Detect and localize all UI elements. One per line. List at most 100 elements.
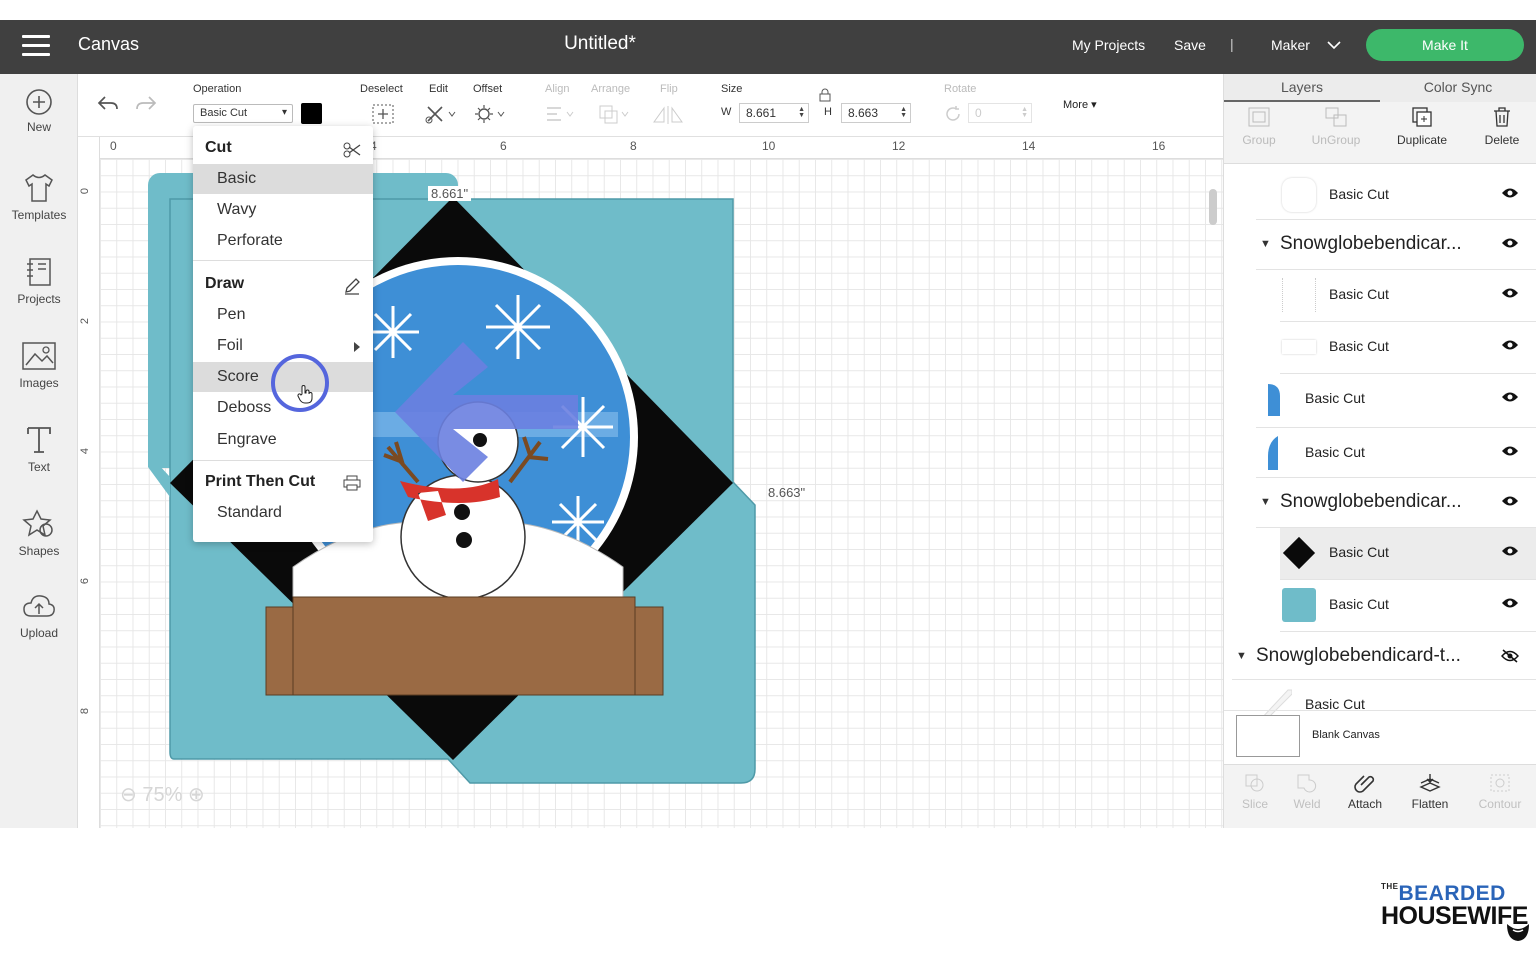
ungroup-button[interactable]: UnGroup [1301,106,1371,147]
height-field[interactable]: 8.663 ▲ ▼ [841,103,911,123]
chevron-down-icon [1327,41,1341,50]
menu-item-foil[interactable]: Foil [193,331,373,361]
layer-row[interactable]: Basic Cut [1256,170,1536,220]
layer-name: Basic Cut [1329,544,1389,560]
save-link[interactable]: Save [1174,37,1206,53]
edit-scissors-icon[interactable] [425,104,457,124]
rotate-icon[interactable] [944,105,962,123]
menu-item-standard[interactable]: Standard [193,498,373,528]
ruler-top-tick: 14 [1022,139,1036,153]
deselect-icon[interactable] [371,103,395,125]
delete-button[interactable]: Delete [1467,106,1536,147]
layer-thumbnail [1268,384,1280,416]
menu-item-perforate[interactable]: Perforate [193,226,373,256]
flip-label: Flip [660,83,678,95]
width-stepper[interactable]: ▲ ▼ [798,106,805,119]
caret-down-icon[interactable]: ▼ [1260,238,1271,250]
layer-row[interactable]: Basic Cut [1280,322,1536,374]
layer-name: Basic Cut [1329,338,1389,354]
menu-item-wavy[interactable]: Wavy [193,195,373,225]
lock-icon[interactable] [819,88,831,102]
my-projects-link[interactable]: My Projects [1072,37,1145,53]
new-button[interactable]: New [0,88,78,134]
undo-icon[interactable] [96,94,120,114]
eye-icon[interactable] [1501,237,1519,249]
eye-icon[interactable] [1501,339,1519,351]
group-button[interactable]: Group [1224,106,1294,147]
attach-button[interactable]: Attach [1334,773,1396,811]
layer-row[interactable]: Basic Cut [1256,428,1536,478]
templates-button[interactable]: Templates [0,172,78,222]
eye-icon[interactable] [1501,495,1519,507]
eye-icon[interactable] [1501,287,1519,299]
tab-layers[interactable]: Layers [1224,79,1380,103]
operation-select[interactable]: Basic Cut [193,104,293,123]
tab-color-sync[interactable]: Color Sync [1380,79,1536,95]
paperclip-icon [1354,775,1375,793]
eye-icon[interactable] [1501,391,1519,403]
eye-icon[interactable] [1501,597,1519,609]
offset-icon[interactable] [475,104,507,124]
eye-icon[interactable] [1501,187,1519,199]
upload-button[interactable]: Upload [0,592,78,640]
contour-button[interactable]: Contour [1469,773,1531,811]
projects-button[interactable]: Projects [0,256,78,306]
height-stepper[interactable]: ▲ ▼ [900,106,907,119]
shapes-label: Shapes [18,544,60,558]
redo-icon[interactable] [134,94,158,114]
flip-icon[interactable] [652,104,688,126]
layer-group-row[interactable]: ▼ Snowglobebendicard-t... [1232,632,1536,680]
blank-canvas-label: Blank Canvas [1312,729,1380,741]
layer-row[interactable]: Basic Cut [1280,580,1536,632]
trash-icon [1494,107,1510,127]
contour-icon [1490,774,1510,792]
caret-down-icon[interactable]: ▼ [1260,496,1271,508]
ruler-top-tick: 10 [762,139,776,153]
cloud-upload-icon [23,595,55,617]
duplicate-button[interactable]: Duplicate [1387,106,1457,147]
snowman-button-2 [456,532,472,548]
align-icon[interactable] [544,104,576,124]
snowman-button-1 [454,504,470,520]
eye-icon[interactable] [1501,445,1519,457]
caret-down-icon[interactable]: ▼ [1236,650,1247,662]
layer-row-selected[interactable]: Basic Cut [1280,528,1536,580]
width-field[interactable]: 8.661 ▲ ▼ [739,103,809,123]
operation-color-swatch[interactable] [301,103,322,124]
more-button[interactable]: More ▾ [1063,98,1097,111]
layer-row[interactable]: Basic Cut [1280,270,1536,322]
menu-item-pen[interactable]: Pen [193,300,373,330]
document-title[interactable]: Untitled* [0,33,1200,55]
cursor-highlight-circle [271,354,329,412]
eye-hidden-icon[interactable] [1501,649,1519,663]
arrange-icon[interactable] [598,104,630,126]
zoom-control[interactable]: ⊖ 75% ⊕ [120,782,205,807]
weld-button[interactable]: Weld [1276,773,1338,811]
layer-name: Basic Cut [1329,186,1389,202]
blank-canvas-row[interactable]: Blank Canvas [1224,710,1536,764]
vertical-scrollbar[interactable] [1209,189,1217,225]
height-label: H [824,106,832,118]
layer-group-row[interactable]: ▼ Snowglobebendicar... [1256,220,1536,270]
machine-select[interactable]: Maker [1271,37,1341,53]
menu-item-basic[interactable]: Basic [193,164,373,194]
text-button[interactable]: Text [0,424,78,474]
layer-list: Basic Cut ▼ Snowglobebendicar... Basic C… [1224,170,1536,730]
snowman-eye [473,433,487,447]
rotate-value: 0 [975,106,982,120]
layer-row[interactable]: Basic Cut [1256,374,1536,428]
rotate-field[interactable]: 0 ▲ ▼ [968,103,1032,123]
images-button[interactable]: Images [0,340,78,390]
layer-name: Basic Cut [1329,596,1389,612]
shapes-button[interactable]: Shapes [0,508,78,558]
rotate-stepper[interactable]: ▲ ▼ [1021,106,1028,119]
menu-item-engrave[interactable]: Engrave [193,425,373,455]
flatten-button[interactable]: Flatten [1399,773,1461,811]
left-rail: New Templates Projects Images Text Shape… [0,74,78,828]
printer-icon [343,475,361,491]
eye-icon[interactable] [1501,545,1519,557]
layer-group-row[interactable]: ▼ Snowglobebendicar... [1256,478,1536,528]
group-label: Group [1242,133,1276,147]
projects-label: Projects [17,292,61,306]
make-it-button[interactable]: Make It [1366,29,1524,61]
